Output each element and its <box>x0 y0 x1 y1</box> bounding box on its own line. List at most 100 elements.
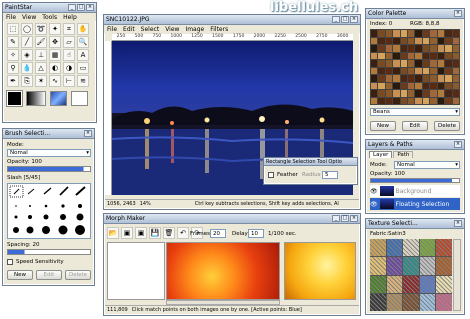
palette-cell[interactable] <box>445 52 452 59</box>
text-tool-icon[interactable]: A <box>77 49 89 61</box>
menu-select[interactable]: Select <box>141 26 160 33</box>
palette-cell[interactable] <box>437 60 445 67</box>
palette-cell[interactable] <box>378 37 385 44</box>
texture-tile[interactable] <box>386 275 403 293</box>
palette-select[interactable]: Beans ▾ <box>370 108 460 116</box>
texture-tile[interactable] <box>370 275 386 293</box>
minimize-icon[interactable]: _ <box>68 4 76 11</box>
texture-tile[interactable] <box>386 239 403 257</box>
palette-cell[interactable] <box>393 90 400 97</box>
texture-tile[interactable] <box>419 293 436 311</box>
palette-cell[interactable] <box>400 67 408 74</box>
texture-tile[interactable] <box>419 257 436 275</box>
palette-cell[interactable] <box>422 37 430 44</box>
palette-cell[interactable] <box>400 97 408 104</box>
palette-cell[interactable] <box>445 90 452 97</box>
texture-swatch[interactable] <box>50 91 67 106</box>
palette-cell[interactable] <box>371 82 378 89</box>
gradient-swatch[interactable] <box>26 91 46 106</box>
palette-cell[interactable] <box>452 82 459 89</box>
palette-cell[interactable] <box>378 97 385 104</box>
palette-cell[interactable] <box>430 90 437 97</box>
palette-cell[interactable] <box>422 30 430 37</box>
palette-cell[interactable] <box>393 37 400 44</box>
palette-cell[interactable] <box>378 75 385 82</box>
brush-tool-icon[interactable]: 🖌 <box>35 36 47 48</box>
texture-tile[interactable] <box>419 275 436 293</box>
palette-cell[interactable] <box>422 82 430 89</box>
eraser-tool-icon[interactable]: ▱ <box>63 36 75 48</box>
palette-cell[interactable] <box>378 60 385 67</box>
palette-cell[interactable] <box>445 67 452 74</box>
save-icon[interactable]: 💾 <box>149 227 161 239</box>
palette-cell[interactable] <box>378 90 385 97</box>
palette-cell[interactable] <box>430 60 437 67</box>
palette-cell[interactable] <box>437 52 445 59</box>
pattern-swatch[interactable] <box>71 91 88 106</box>
palette-cell[interactable] <box>393 45 400 52</box>
palette-cell[interactable] <box>400 60 408 67</box>
line-tool-icon[interactable]: ╱ <box>21 36 33 48</box>
palette-cell[interactable] <box>422 52 430 59</box>
palette-cell[interactable] <box>437 45 445 52</box>
palette-cell[interactable] <box>437 82 445 89</box>
palette-cell[interactable] <box>445 75 452 82</box>
palette-cell[interactable] <box>430 75 437 82</box>
palette-cell[interactable] <box>393 67 400 74</box>
close-icon[interactable]: × <box>84 130 92 137</box>
palette-cell[interactable] <box>415 60 422 67</box>
palette-cell[interactable] <box>385 52 393 59</box>
clone-tool-icon[interactable]: ⎘ <box>21 75 33 87</box>
close-icon[interactable]: × <box>350 215 358 222</box>
palette-cell[interactable] <box>430 52 437 59</box>
palette-cell[interactable] <box>385 90 393 97</box>
palette-cell[interactable] <box>452 60 459 67</box>
maximize-icon[interactable]: □ <box>77 4 85 11</box>
palette-cell[interactable] <box>385 60 393 67</box>
menu-view[interactable]: View <box>165 26 179 33</box>
brush-spacing-slider[interactable] <box>7 249 91 255</box>
palette-cell[interactable] <box>400 37 408 44</box>
maximize-icon[interactable]: □ <box>341 16 349 23</box>
close-icon[interactable]: × <box>454 10 462 17</box>
burn-tool-icon[interactable]: ◑ <box>63 62 75 74</box>
menu-file[interactable]: File <box>107 26 117 33</box>
brush-shapes[interactable] <box>8 184 90 238</box>
texture-scrollbar[interactable] <box>453 239 461 311</box>
palette-cell[interactable] <box>378 52 385 59</box>
palette-cell[interactable] <box>415 97 422 104</box>
palette-cell[interactable] <box>371 37 378 44</box>
palette-cell[interactable] <box>400 90 408 97</box>
morph-image-a[interactable] <box>107 242 165 300</box>
palette-cell[interactable] <box>371 45 378 52</box>
palette-cell[interactable] <box>385 67 393 74</box>
sharpen-tool-icon[interactable]: △ <box>35 62 47 74</box>
layer-row[interactable]: 👁 Background <box>370 185 460 197</box>
foreground-color-swatch[interactable] <box>7 91 22 106</box>
palette-delete-button[interactable]: Delete <box>434 121 460 131</box>
texture-tile[interactable] <box>436 275 452 293</box>
palette-cell[interactable] <box>400 82 408 89</box>
texture-tile[interactable] <box>403 257 419 275</box>
palette-cell[interactable] <box>408 37 415 44</box>
crop-tool-icon[interactable]: ⌗ <box>63 23 75 35</box>
palette-cell[interactable] <box>422 75 430 82</box>
pen-tool-icon[interactable]: ✒ <box>7 75 19 87</box>
blur-tool-icon[interactable]: 💧 <box>21 62 33 74</box>
palette-cell[interactable] <box>422 97 430 104</box>
palette-cell[interactable] <box>415 52 422 59</box>
palette-cell[interactable] <box>415 82 422 89</box>
texture-tile[interactable] <box>370 257 386 275</box>
palette-cell[interactable] <box>385 82 393 89</box>
palette-cell[interactable] <box>422 45 430 52</box>
menu-image[interactable]: Image <box>185 26 204 33</box>
hand-tool-icon[interactable]: ✋ <box>77 23 89 35</box>
morph-image-b[interactable] <box>166 242 280 300</box>
palette-cell[interactable] <box>445 37 452 44</box>
palette-cell[interactable] <box>430 30 437 37</box>
texture-grid[interactable] <box>370 239 452 311</box>
warp-tool-icon[interactable]: ≋ <box>77 75 89 87</box>
menu-view[interactable]: View <box>22 14 36 21</box>
rect-select-tool-icon[interactable]: ⬚ <box>7 23 19 35</box>
dropper-tool-icon[interactable]: ⚲ <box>7 62 19 74</box>
